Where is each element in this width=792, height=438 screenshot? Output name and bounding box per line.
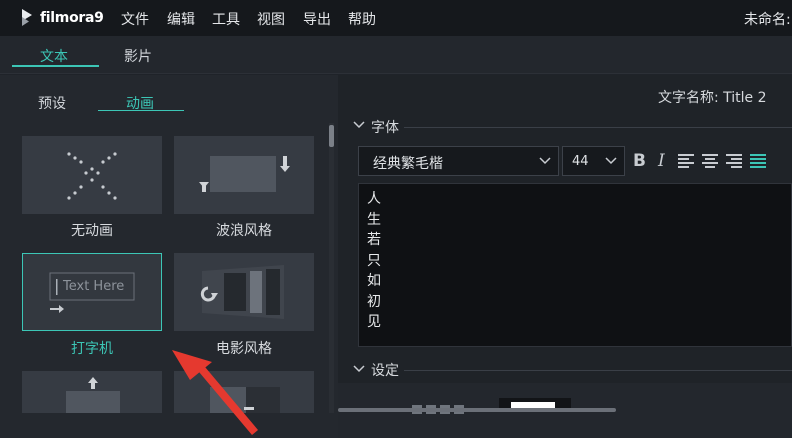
typewriter-preview-text: Text Here (63, 279, 125, 294)
menu-export[interactable]: 导出 (303, 9, 331, 29)
animation-tile-more-1[interactable] (22, 371, 162, 413)
menu-bar: filmora9 文件 编辑 工具 视图 导出 帮助 未命名: (0, 0, 792, 36)
font-section-chevron-icon[interactable] (353, 120, 365, 130)
font-section-header[interactable]: 字体 (371, 117, 399, 137)
font-section-divider (404, 127, 792, 128)
text-line: 只 (367, 252, 381, 269)
chevron-down-icon (605, 157, 617, 165)
slide-style-icon (210, 387, 280, 413)
align-center-icon[interactable] (702, 154, 718, 168)
animation-tile-film[interactable] (174, 253, 314, 331)
horizontal-scrollbar-thumb[interactable] (338, 408, 616, 412)
chevron-down-icon (539, 157, 551, 165)
subtab-active-indicator (98, 110, 184, 111)
text-line: 初 (367, 293, 381, 310)
font-size-select[interactable]: 44 (562, 146, 625, 176)
rise-style-icon (66, 377, 120, 413)
animation-tile-more-2[interactable] (174, 371, 314, 413)
animation-label-film: 电影风格 (216, 341, 272, 357)
font-family-value: 经典繁毛楷 (373, 156, 443, 172)
filmora-logo-icon (22, 9, 32, 26)
menu-file[interactable]: 文件 (121, 9, 149, 29)
animation-label-wave: 波浪风格 (216, 223, 272, 239)
settings-section-header[interactable]: 设定 (371, 360, 399, 380)
animation-scrollbar-thumb[interactable] (329, 125, 334, 147)
text-line: 人 (367, 191, 381, 207)
app-logo: filmora9 (20, 8, 104, 28)
tab-active-indicator (12, 65, 99, 67)
title-name-label: 文字名称: Title 2 (658, 90, 767, 106)
animation-label-none: 无动画 (71, 223, 113, 239)
menu-help[interactable]: 帮助 (348, 9, 376, 29)
settings-section-divider (404, 370, 792, 371)
font-family-select[interactable]: 经典繁毛楷 (358, 146, 559, 176)
animation-tile-wave[interactable] (174, 136, 314, 214)
menu-view[interactable]: 视图 (257, 9, 285, 29)
subtab-presets[interactable]: 预设 (38, 93, 66, 113)
wave-style-icon (199, 156, 290, 192)
text-line: 生 (367, 211, 381, 228)
title-text-input[interactable]: 人 生 若 只 如 初 见 (358, 183, 792, 347)
align-right-icon[interactable] (726, 154, 742, 168)
bold-button[interactable]: B (633, 151, 646, 171)
top-tab-bar: 文本 影片 (0, 36, 792, 74)
tab-text[interactable]: 文本 (40, 46, 68, 66)
animation-scrollbar[interactable] (329, 123, 334, 413)
menu-tools[interactable]: 工具 (212, 9, 240, 29)
animation-label-typewriter: 打字机 (71, 341, 113, 357)
animation-tile-none[interactable] (22, 136, 162, 214)
text-line: 见 (367, 314, 381, 330)
no-animation-icon (67, 152, 117, 200)
text-line: 若 (367, 232, 381, 248)
app-logo-text: filmora9 (40, 10, 104, 26)
font-size-value: 44 (572, 154, 589, 169)
italic-button[interactable]: I (658, 151, 665, 171)
animation-tile-typewriter[interactable]: Text Here (22, 253, 162, 331)
text-line: 如 (367, 273, 381, 289)
align-left-icon[interactable] (678, 154, 694, 168)
project-name: 未命名: (744, 12, 791, 28)
align-justify-icon[interactable] (750, 154, 766, 168)
settings-section-chevron-icon[interactable] (353, 364, 365, 374)
tab-film[interactable]: 影片 (124, 46, 152, 66)
menu-edit[interactable]: 编辑 (167, 9, 195, 29)
film-style-icon (200, 265, 284, 319)
